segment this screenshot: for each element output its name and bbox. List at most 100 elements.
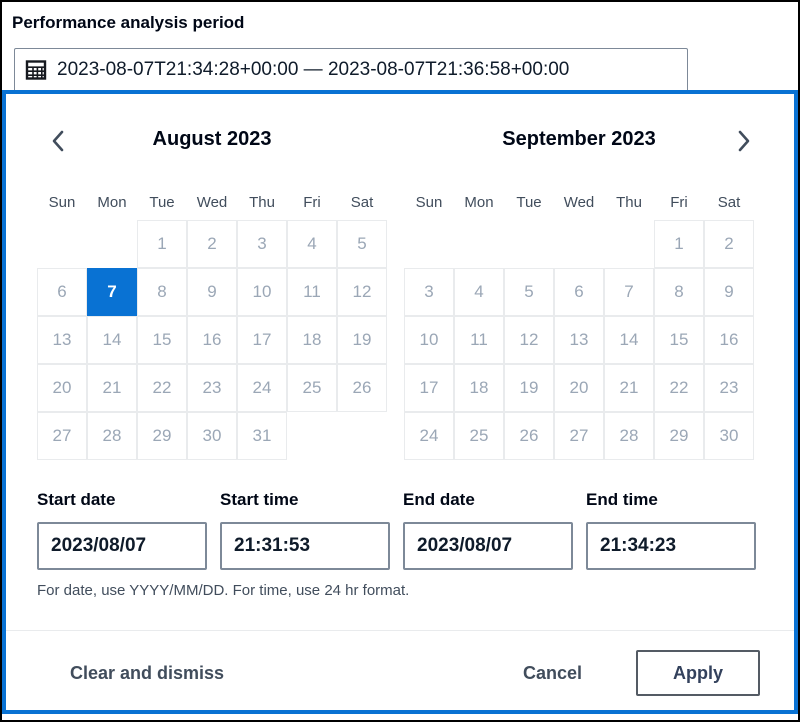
calendar-day[interactable]: 26: [337, 364, 387, 412]
calendar-day[interactable]: 15: [137, 316, 187, 364]
end-date-input[interactable]: [403, 522, 573, 570]
calendar-day-selected[interactable]: 7: [87, 268, 137, 316]
calendar-day[interactable]: 18: [454, 364, 504, 412]
calendar-day[interactable]: 28: [604, 412, 654, 460]
calendar-day[interactable]: 8: [654, 268, 704, 316]
weekday-label: Thu: [237, 192, 287, 214]
calendar-day[interactable]: 3: [237, 220, 287, 268]
calendar-day[interactable]: 18: [287, 316, 337, 364]
calendar-day[interactable]: 20: [37, 364, 87, 412]
calendar-day[interactable]: 19: [504, 364, 554, 412]
apply-button[interactable]: Apply: [636, 650, 760, 696]
weekday-label: Mon: [87, 192, 137, 214]
calendar-day[interactable]: 27: [554, 412, 604, 460]
start-time-input[interactable]: [220, 522, 390, 570]
date-range-value: 2023-08-07T21:34:28+00:00 — 2023-08-07T2…: [57, 59, 569, 81]
calendar-day[interactable]: 17: [404, 364, 454, 412]
date-picker-panel: August 2023 September 2023 SunMonTueWedT…: [2, 90, 798, 714]
calendar-day[interactable]: 25: [454, 412, 504, 460]
calendar-day[interactable]: 14: [604, 316, 654, 364]
days-grid: 1234567891011121314151617181920212223242…: [404, 220, 754, 460]
calendar-day[interactable]: 20: [554, 364, 604, 412]
calendar-day[interactable]: 27: [37, 412, 87, 460]
calendar-day[interactable]: 30: [704, 412, 754, 460]
calendar-day[interactable]: 30: [187, 412, 237, 460]
calendar-month-september: SunMonTueWedThuFriSat1234567891011121314…: [404, 192, 754, 460]
calendar-day[interactable]: 6: [37, 268, 87, 316]
cancel-button[interactable]: Cancel: [523, 663, 582, 684]
end-date-field: End date: [403, 490, 573, 570]
calendar-day-empty: [604, 220, 654, 268]
calendar-day[interactable]: 2: [704, 220, 754, 268]
calendar-day[interactable]: 3: [404, 268, 454, 316]
calendar-day[interactable]: 21: [87, 364, 137, 412]
calendar-day[interactable]: 22: [654, 364, 704, 412]
weekday-label: Thu: [604, 192, 654, 214]
next-month-button[interactable]: [728, 126, 760, 158]
calendar-day[interactable]: 4: [287, 220, 337, 268]
calendar-day[interactable]: 7: [604, 268, 654, 316]
date-range-input[interactable]: 2023-08-07T21:34:28+00:00 — 2023-08-07T2…: [14, 48, 688, 92]
calendar-day[interactable]: 22: [137, 364, 187, 412]
calendar-day[interactable]: 2: [187, 220, 237, 268]
page-title: Performance analysis period: [12, 13, 244, 33]
weekday-label: Fri: [287, 192, 337, 214]
calendar-day-empty: [504, 220, 554, 268]
calendar-day[interactable]: 9: [704, 268, 754, 316]
calendar-day[interactable]: 29: [137, 412, 187, 460]
calendar-day[interactable]: 6: [554, 268, 604, 316]
start-date-input[interactable]: [37, 522, 207, 570]
calendar-day[interactable]: 5: [337, 220, 387, 268]
weekday-label: Sun: [37, 192, 87, 214]
calendar-day[interactable]: 17: [237, 316, 287, 364]
calendar-day[interactable]: 23: [187, 364, 237, 412]
format-hint: For date, use YYYY/MM/DD. For time, use …: [6, 582, 794, 599]
calendar-day[interactable]: 21: [604, 364, 654, 412]
calendar-day[interactable]: 5: [504, 268, 554, 316]
calendar-day[interactable]: 11: [454, 316, 504, 364]
calendar-day[interactable]: 16: [704, 316, 754, 364]
clear-and-dismiss-button[interactable]: Clear and dismiss: [70, 663, 224, 684]
calendar-day[interactable]: 10: [237, 268, 287, 316]
calendar-day[interactable]: 19: [337, 316, 387, 364]
end-time-label: End time: [586, 490, 756, 510]
calendar-icon: [25, 59, 47, 81]
calendar-day[interactable]: 26: [504, 412, 554, 460]
calendar-day[interactable]: 8: [137, 268, 187, 316]
end-time-input[interactable]: [586, 522, 756, 570]
calendar-day[interactable]: 9: [187, 268, 237, 316]
calendar-day[interactable]: 24: [237, 364, 287, 412]
calendar-day-empty: [287, 412, 337, 460]
calendar-day[interactable]: 12: [504, 316, 554, 364]
weekday-label: Sun: [404, 192, 454, 214]
calendar-day[interactable]: 1: [137, 220, 187, 268]
calendar-day[interactable]: 11: [287, 268, 337, 316]
calendar-day[interactable]: 28: [87, 412, 137, 460]
calendar-day[interactable]: 12: [337, 268, 387, 316]
calendar-day[interactable]: 25: [287, 364, 337, 412]
calendar-day[interactable]: 16: [187, 316, 237, 364]
start-time-label: Start time: [220, 490, 390, 510]
weekday-label: Sat: [337, 192, 387, 214]
weekday-label: Fri: [654, 192, 704, 214]
calendar-day[interactable]: 1: [654, 220, 704, 268]
calendar-day[interactable]: 13: [554, 316, 604, 364]
month-title-august: August 2023: [37, 128, 387, 151]
weekday-header-row: SunMonTueWedThuFriSat: [404, 192, 754, 214]
calendar-day[interactable]: 13: [37, 316, 87, 364]
weekday-label: Tue: [504, 192, 554, 214]
calendar-day-empty: [87, 220, 137, 268]
date-time-form: Start date Start time End date End time: [6, 490, 794, 570]
end-time-field: End time: [586, 490, 756, 570]
calendar-day[interactable]: 15: [654, 316, 704, 364]
calendar-day[interactable]: 23: [704, 364, 754, 412]
calendar-day[interactable]: 4: [454, 268, 504, 316]
end-date-label: End date: [403, 490, 573, 510]
calendar-day[interactable]: 24: [404, 412, 454, 460]
calendar-day[interactable]: 29: [654, 412, 704, 460]
calendar-day-empty: [404, 220, 454, 268]
calendar-day[interactable]: 10: [404, 316, 454, 364]
calendar-day[interactable]: 14: [87, 316, 137, 364]
date-range-picker-dialog: Performance analysis period 2023-08-07T2…: [0, 0, 800, 722]
calendar-day[interactable]: 31: [237, 412, 287, 460]
